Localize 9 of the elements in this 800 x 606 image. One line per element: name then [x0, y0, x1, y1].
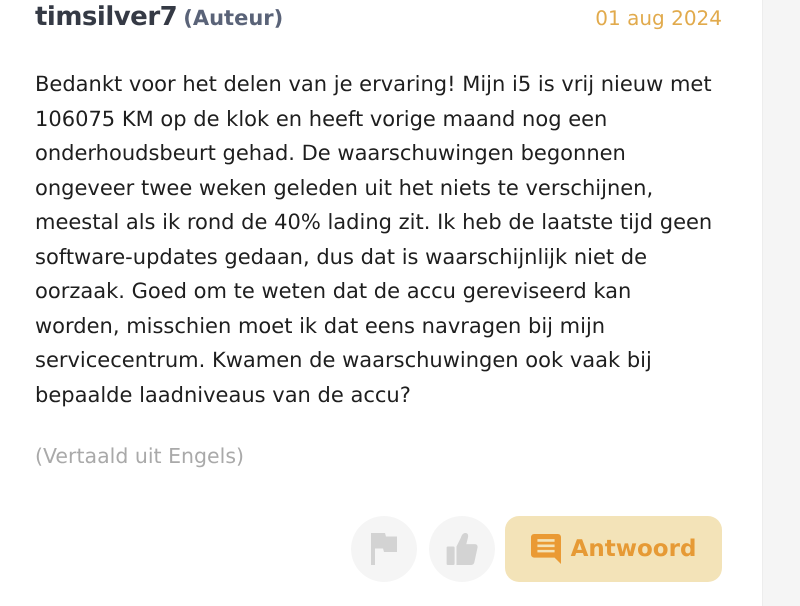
flag-icon [371, 533, 397, 565]
thumbs-up-icon [446, 533, 478, 565]
author-name: timsilver7 [35, 2, 178, 32]
post-date: 01 aug 2024 [595, 6, 722, 30]
reply-button[interactable]: Antwoord [505, 516, 722, 582]
translation-note: (Vertaald uit Engels) [35, 443, 244, 470]
author-role: (Auteur) [183, 6, 284, 30]
post-text: Bedankt voor het delen van je ervaring! Mijn i5 is vrij nieuw met 106075 KM op de klok en heeft vorige maand nog een onderhoudsbeurt gehad. De waarschuwingen begonnen ongeveer twee weken geleden uit het niets te verschijnen, meestal als ik rond de 40% lading zit. Ik heb de laatste tijd geen software-updates gedaan, dus dat is waarschijnlijk niet de oorzaak. Goed om te weten dat de accu gereviseerd kan worden, misschien moet ik dat eens navragen bij mijn servicecentrum. Kwamen de waarschuwingen ook vaak bij bepaalde laadniveaus van de accu? [35, 71, 714, 408]
comment-icon [530, 534, 561, 564]
